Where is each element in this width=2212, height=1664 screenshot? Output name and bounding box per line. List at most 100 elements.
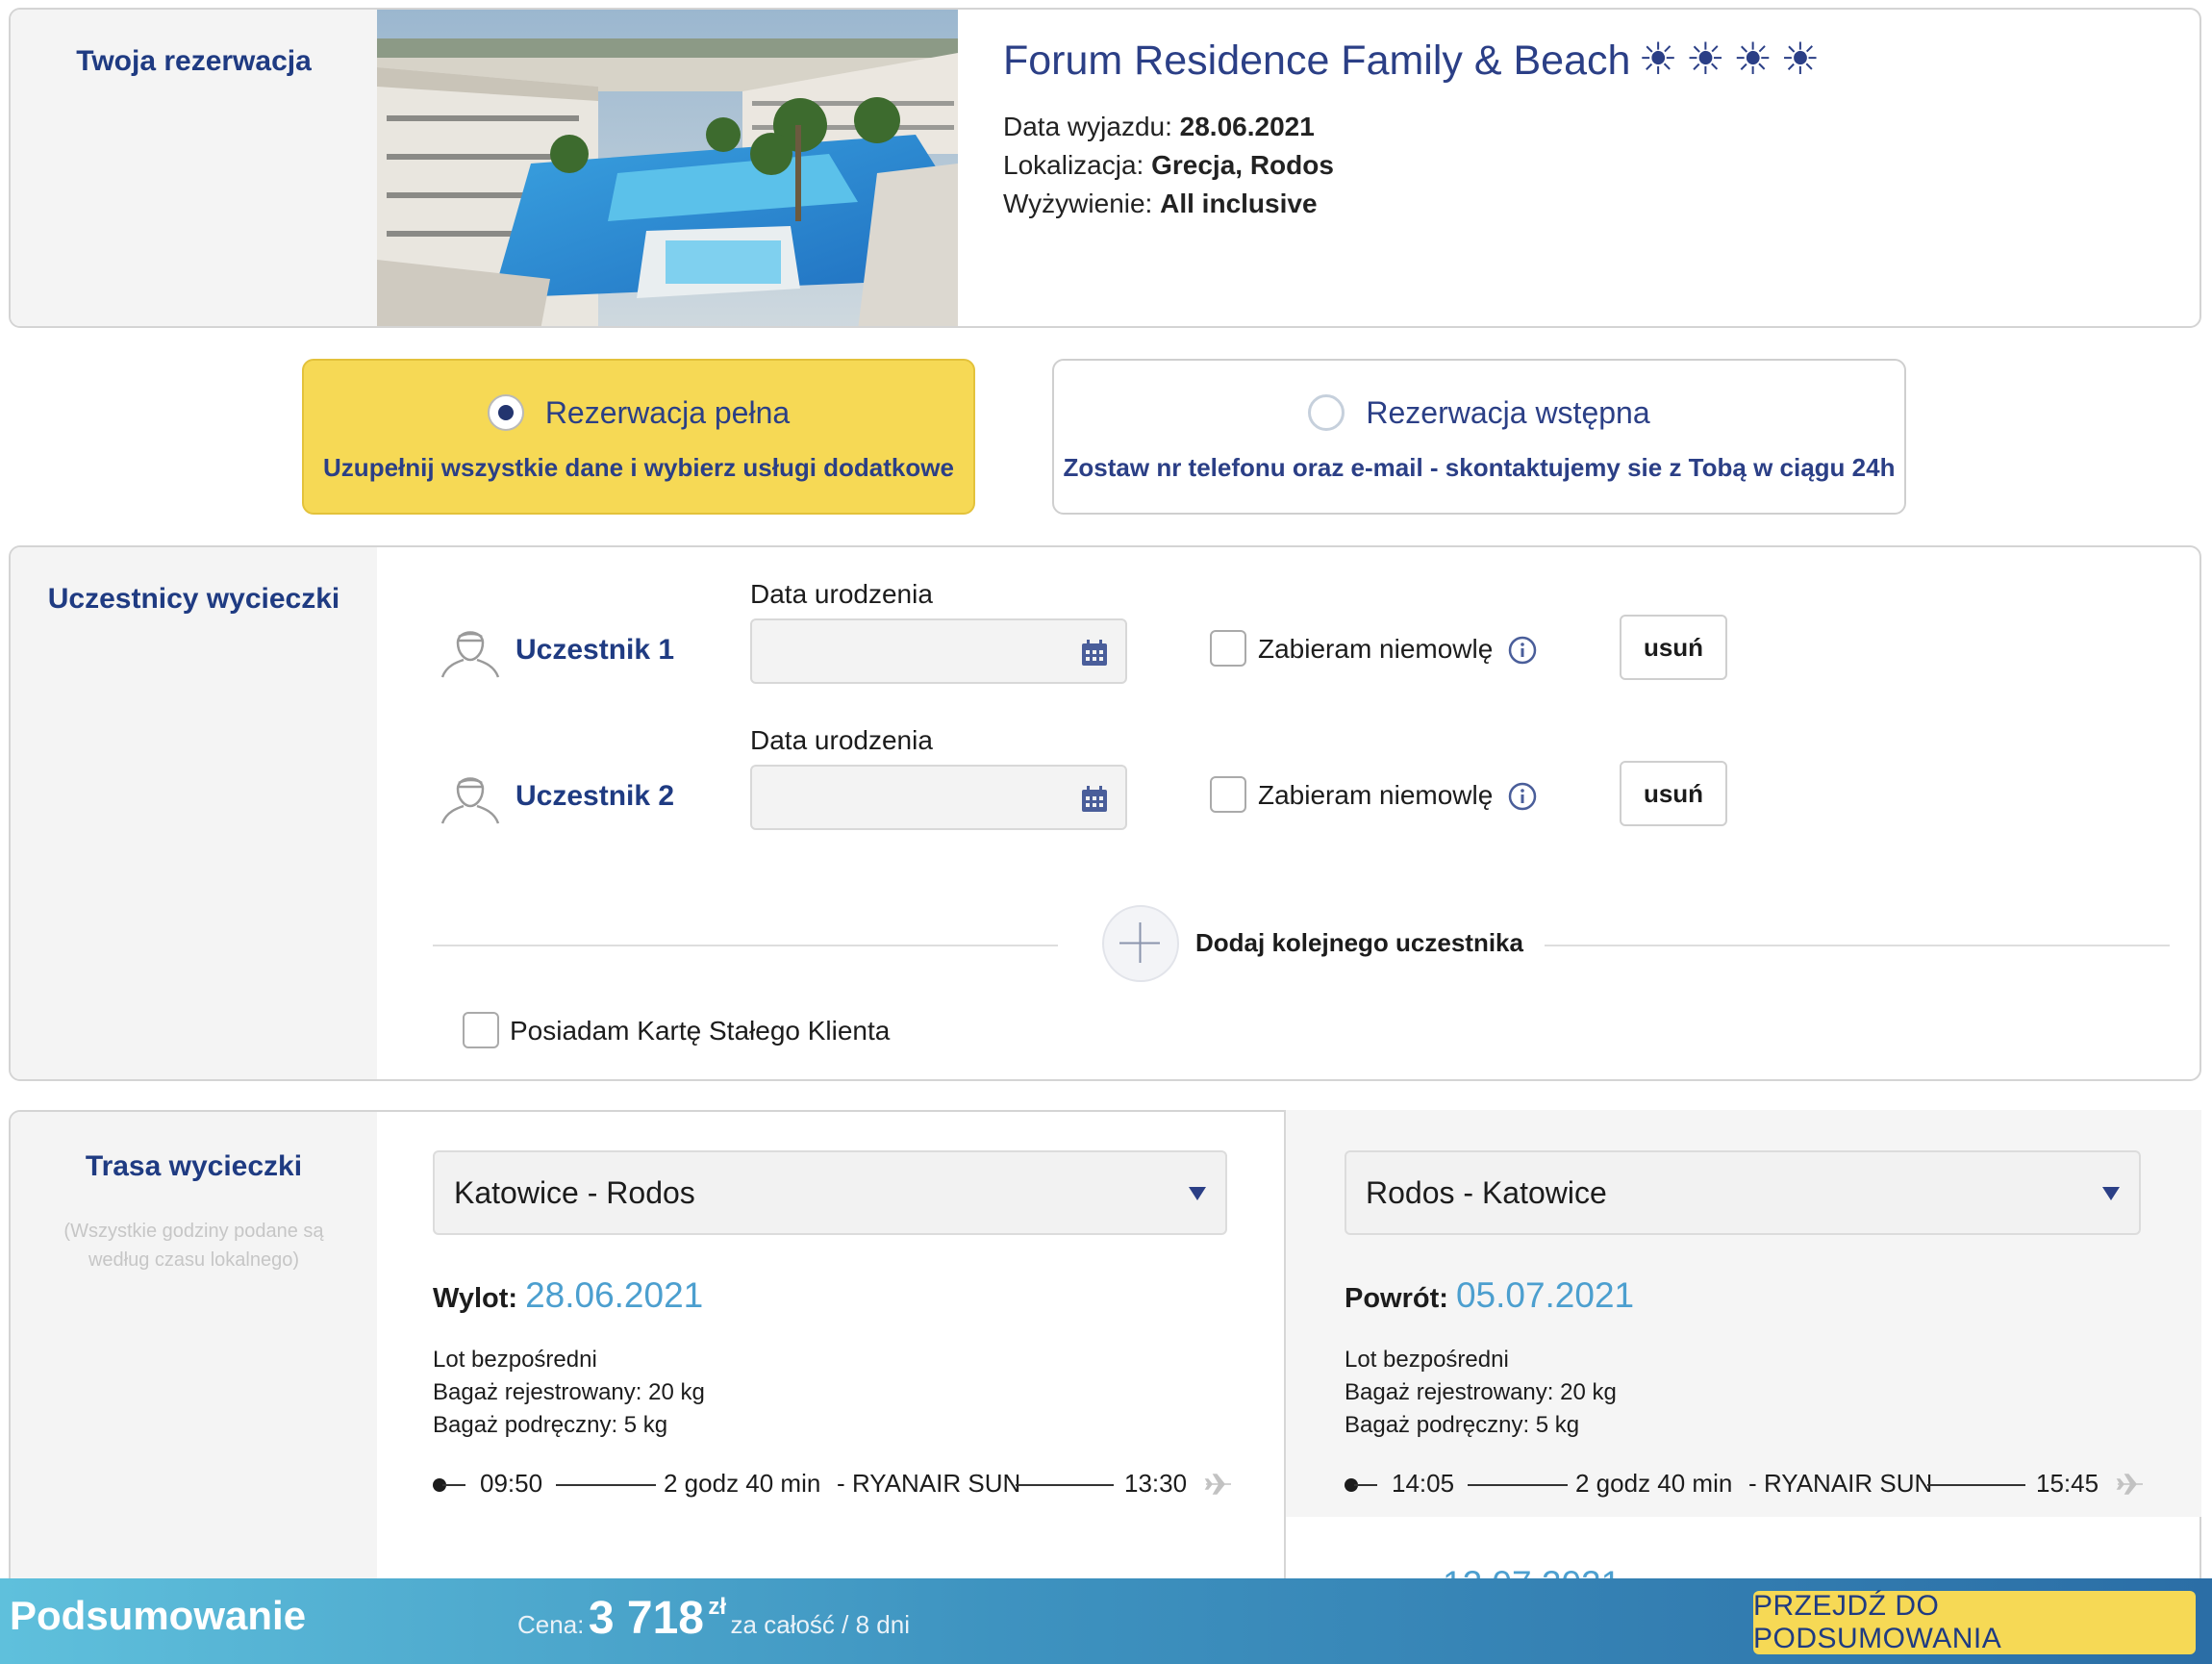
price-block: Cena: 3 718 zł za całość / 8 dni [517,1592,910,1645]
outbound-date-label: Wylot: [433,1283,518,1314]
participant-1-dob-label: Data urodzenia [750,579,933,609]
booking-type-full-label: Rezerwacja pełna [544,395,791,430]
booking-type-preliminary-subtitle: Zostaw nr telefonu oraz e-mail - skontak… [1063,453,1896,482]
reservation-section-title: Twoja rezerwacja [76,45,312,77]
booking-type-full-subtitle: Uzupełnij wszystkie dane i wybierz usług… [323,453,954,482]
outbound-arrival-time: 13:30 [1124,1469,1188,1498]
participants-sidebar [11,547,377,1079]
outbound-carrier: RYANAIR SUN [852,1469,1021,1498]
calendar-icon[interactable] [1081,786,1108,813]
inbound-checked-baggage: Bagaż rejestrowany: 20 kg [1345,1379,1617,1405]
participant-2-infant-label: Zabieram niemowlę [1258,780,1494,810]
inbound-departure-time: 14:05 [1392,1469,1455,1498]
outbound-flight-type: Lot bezpośredni [433,1347,597,1373]
participant-1-label: Uczestnik 1 [515,634,675,666]
participant-1-infant-checkbox[interactable] [1210,630,1246,667]
price-note: za całość / 8 dni [730,1610,910,1639]
inbound-date-label: Powrót: [1345,1283,1448,1314]
sun-icon: ☀ [1638,34,1678,84]
go-to-summary-button[interactable]: PRZEJDŹ DO PODSUMOWANIA [1753,1590,2196,1654]
chevron-down-icon [1189,1187,1206,1200]
participant-2-infant-checkbox[interactable] [1210,776,1246,813]
participant-2-dob-input[interactable] [750,765,1127,830]
calendar-icon[interactable] [1081,640,1108,667]
participant-2-dob-label: Data urodzenia [750,725,933,755]
timeline-line [1468,1484,1568,1486]
outbound-departure-time: 09:50 [480,1469,543,1498]
outbound-route-value: Katowice - Rodos [454,1175,695,1210]
add-participant-button[interactable] [1102,905,1179,982]
inbound-hand-baggage: Bagaż podręczny: 5 kg [1345,1412,1580,1438]
hotel-photo [377,10,958,326]
price-currency: zł [708,1594,727,1620]
departure-label: Data wyjazdu: [1003,112,1172,141]
info-icon[interactable] [1508,636,1537,665]
booking-type-preliminary-title: Rezerwacja wstępna [1054,393,1904,434]
timeline-line [1016,1484,1114,1486]
participant-1-dob-input[interactable] [750,618,1127,684]
location-row: Lokalizacja: Grecja, Rodos [1003,150,1334,181]
summary-title: Podsumowanie [10,1593,307,1638]
board-label: Wyżywienie: [1003,189,1153,218]
departure-value: 28.06.2021 [1179,112,1315,141]
outbound-timeline: 09:50 2 godz 40 min - RYANAIR SUN 13:30 [433,1469,1241,1500]
outbound-checked-baggage: Bagaż rejestrowany: 20 kg [433,1379,705,1405]
plus-icon [1119,922,1160,963]
route-section-title: Trasa wycieczki [85,1150,303,1182]
inbound-route-value: Rodos - Katowice [1366,1175,1607,1210]
outbound-date-value: 28.06.2021 [525,1275,704,1315]
booking-type-full-card[interactable]: Rezerwacja pełna Uzupełnij wszystkie dan… [302,359,975,515]
timeline-line [442,1484,465,1486]
radio-selected-icon[interactable] [487,393,524,431]
inbound-date-value: 05.07.2021 [1455,1275,1635,1315]
inbound-date-row: Powrót: 05.07.2021 [1345,1275,1634,1316]
outbound-route-select[interactable]: Katowice - Rodos [433,1150,1227,1235]
sun-icon: ☀ [1685,34,1725,84]
radio-unselected-icon[interactable] [1308,393,1345,431]
participant-1-infant-label: Zabieram niemowlę [1258,634,1494,664]
sun-icon: ☀ [1732,34,1773,84]
outbound-duration: 2 godz 40 min [664,1469,821,1498]
inbound-arrival-time: 15:45 [2036,1469,2099,1498]
timeline-line [556,1484,656,1486]
hotel-name-text: Forum Residence Family & Beach [1003,38,1631,84]
participant-1-remove-button[interactable]: usuń [1620,615,1727,680]
add-participant-label[interactable]: Dodaj kolejnego uczestnika [1195,928,1523,958]
info-icon[interactable] [1508,782,1537,811]
timeline-line [1927,1484,2025,1486]
person-icon [440,777,500,824]
outbound-date-row: Wylot: 28.06.2021 [433,1275,703,1316]
loyalty-card-checkbox[interactable] [463,1012,499,1048]
person-icon [440,631,500,678]
location-label: Lokalizacja: [1003,150,1144,180]
booking-type-full-title: Rezerwacja pełna [304,393,973,434]
departure-date-row: Data wyjazdu: 28.06.2021 [1003,112,1315,142]
summary-bar: Podsumowanie Cena: 3 718 zł za całość / … [0,1578,2212,1664]
divider-line [1545,945,2170,946]
inbound-timeline: 14:05 2 godz 40 min - RYANAIR SUN 15:45 [1345,1469,2152,1500]
price-value: 3 718 [588,1593,704,1644]
price-label: Cena: [517,1610,585,1639]
participant-2-remove-button[interactable]: usuń [1620,761,1727,826]
outbound-hand-baggage: Bagaż podręczny: 5 kg [433,1412,668,1438]
participant-2-label: Uczestnik 2 [515,780,675,812]
chevron-down-icon [2102,1187,2120,1200]
board-row: Wyżywienie: All inclusive [1003,189,1318,219]
timeline-line [1354,1484,1377,1486]
sun-icon: ☀ [1780,34,1821,84]
booking-type-preliminary-label: Rezerwacja wstępna [1366,395,1650,430]
loyalty-card-label: Posiadam Kartę Stałego Klienta [510,1016,891,1046]
hotel-name: Forum Residence Family & Beach ☀ ☀ ☀ ☀ [1003,33,1820,85]
inbound-route-select[interactable]: Rodos - Katowice [1345,1150,2141,1235]
inbound-separator: - [1748,1469,1757,1498]
booking-type-preliminary-card[interactable]: Rezerwacja wstępna Zostaw nr telefonu or… [1052,359,1906,515]
location-value: Grecja, Rodos [1151,150,1334,180]
participants-section-title: Uczestnicy wycieczki [47,583,340,615]
route-time-note-line2: według czasu lokalnego) [88,1249,300,1271]
inbound-duration: 2 godz 40 min [1575,1469,1733,1498]
route-time-note-line1: (Wszystkie godziny podane są [63,1221,324,1242]
divider-line [433,945,1058,946]
plane-icon [1204,1474,1231,1495]
inbound-flight-type: Lot bezpośredni [1345,1347,1509,1373]
inbound-carrier: RYANAIR SUN [1764,1469,1933,1498]
